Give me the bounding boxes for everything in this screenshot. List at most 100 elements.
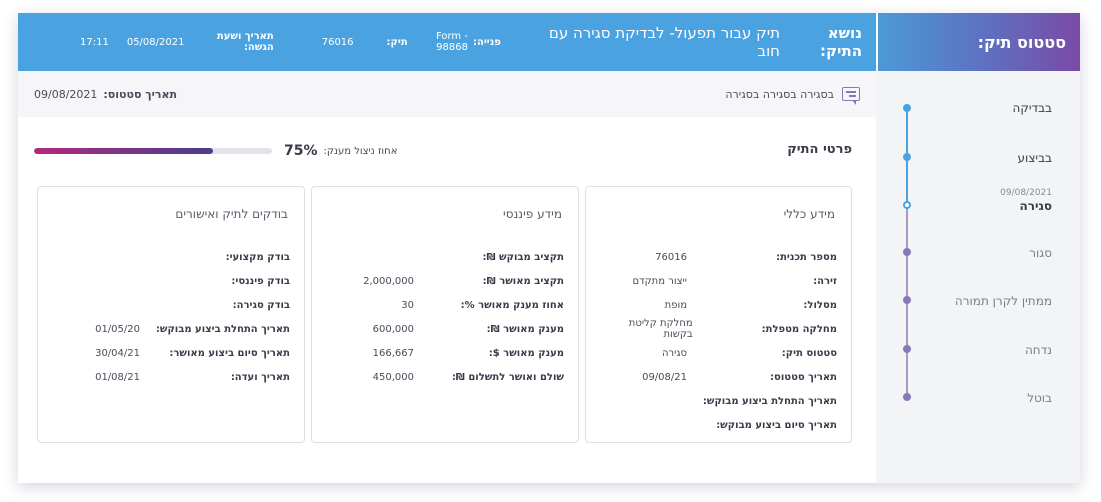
case-number-info: תיק: 76016 [322, 37, 408, 48]
detail-key: תאריך ועדה: [230, 371, 290, 383]
detail-key: בודק מקצועי: [225, 251, 290, 263]
detail-row: תאריך סיום ביצוע מבוקש: [600, 413, 837, 437]
detail-value: 01/05/20 [95, 323, 140, 335]
case-subject-label: נושא התיק: [819, 24, 862, 60]
detail-value: מופת [664, 299, 687, 311]
detail-row: שולם ואושר לתשלום ₪: 450,000 [326, 365, 564, 389]
grant-usage-label: אחוז ניצול מענק: [323, 145, 398, 157]
detail-key: תקציב מבוקש ₪: [482, 251, 564, 263]
detail-value: 76016 [655, 251, 687, 263]
detail-key: תקציב מאושר ₪: [482, 275, 564, 287]
detail-row: מספר תכנית: 76016 [600, 245, 837, 269]
step-label: ממתין לקרן תמורה [954, 294, 1052, 308]
detail-key: זירה: [813, 275, 837, 287]
step-label: בבדיקה [1012, 101, 1052, 115]
detail-value: סגירה [661, 347, 687, 359]
detail-value: 30/04/21 [95, 347, 140, 359]
step-dot-in-progress [903, 153, 911, 161]
detail-row: בודק פיננסי: [52, 269, 290, 293]
case-number-label: תיק: [386, 36, 408, 48]
detail-value: 2,000,000 [363, 275, 414, 287]
step-label: בביצוע [1017, 151, 1052, 165]
general-rows: מספר תכנית: 76016 זירה: ייצור מתקדם מסלול: מו… [600, 245, 837, 437]
step-awaiting-fund: ממתין לקרן תמורה [902, 294, 1052, 308]
detail-key: בודק סגירה: [232, 299, 290, 311]
detail-row: תאריך התחלת ביצוע מבוקש: [600, 389, 837, 413]
step-closing: 09/08/2021 סגירה [902, 188, 1052, 213]
submitted-label: תאריך ושעת הגשה: [216, 31, 274, 53]
step-dot-awaiting-fund [903, 296, 911, 304]
detail-row: בודק מקצועי: [52, 245, 290, 269]
detail-row: תאריך התחלת ביצוע מבוקש: 01/05/20 [52, 317, 290, 341]
case-details-title: פרטי התיק [787, 142, 852, 157]
detail-row: זירה: ייצור מתקדם [600, 269, 837, 293]
reviewers-rows: בודק מקצועי: בודק פיננסי: בודק סגירה: תאריך… [52, 245, 290, 389]
detail-row: סטטוס תיק: סגירה [600, 341, 837, 365]
detail-key: מחלקה מטפלת: [761, 323, 837, 335]
detail-value: ייצור מתקדם [632, 275, 687, 287]
card-title: מידע כללי [783, 207, 835, 221]
status-date: תאריך סטטוס: 09/08/2021 [34, 88, 177, 101]
step-dot-closed [903, 248, 911, 256]
step-in-review: בבדיקה [902, 101, 1052, 115]
case-main: נושא התיק: תיק עבור תפעול- לבדיקת סגירה … [18, 13, 876, 483]
detail-row: תאריך סטטוס: 09/08/21 [600, 365, 837, 389]
detail-key: מסלול: [803, 299, 837, 311]
step-label: נדחה [1024, 343, 1052, 357]
step-dot-cancelled [903, 393, 911, 401]
case-subject-value: תיק עבור תפעול- לבדיקת סגירה עם חוב [548, 24, 780, 60]
step-dot-closing [903, 201, 911, 209]
step-date: 09/08/2021 [1000, 188, 1052, 198]
detail-row: תאריך ועדה: 01/08/21 [52, 365, 290, 389]
submitted-info: תאריך ושעת הגשה: 05/08/2021 17:11 [80, 31, 274, 53]
financial-rows: תקציב מבוקש ₪: תקציב מאושר ₪: 2,000,000 אחו… [326, 245, 564, 389]
step-closed: סגור [902, 246, 1052, 260]
step-in-progress: בביצוע [902, 151, 1052, 165]
status-date-value: 09/08/2021 [34, 87, 98, 101]
case-number-value: 76016 [321, 36, 354, 48]
status-steps: בבדיקה בביצוע 09/08/2021 סגירה סגור ממתי… [876, 71, 1080, 483]
detail-row: מענק מאושר $: 166,667 [326, 341, 564, 365]
status-sidebar: סטטוס תיק: בבדיקה בביצוע 09/08/2021 סגיר… [876, 13, 1080, 483]
card-financial-info: מידע פיננסי תקציב מבוקש ₪: תקציב מאושר ₪:… [311, 186, 579, 443]
detail-row: תקציב מאושר ₪: 2,000,000 [326, 269, 564, 293]
detail-value: 450,000 [372, 371, 414, 383]
detail-value: 09/08/21 [642, 371, 687, 383]
detail-key: מענק מאושר $: [488, 347, 564, 359]
case-status-panel: סטטוס תיק: בבדיקה בביצוע 09/08/2021 סגיר… [18, 13, 1080, 483]
detail-key: תאריך התחלת ביצוע מבוקש: [702, 395, 837, 407]
grant-usage-percent: 75% [284, 143, 318, 159]
detail-value: 600,000 [372, 323, 414, 335]
detail-key: תאריך סיום ביצוע מאושר: [169, 347, 290, 359]
detail-key: מענק מאושר ₪: [486, 323, 564, 335]
status-note-text: בסגירה בסגירה בסגירה [725, 87, 834, 101]
step-rejected: נדחה [902, 343, 1052, 357]
detail-key: שולם ואושר לתשלום ₪: [451, 371, 564, 383]
grant-usage-bar-fill [34, 148, 213, 154]
detail-key: תאריך סטטוס: [770, 371, 837, 383]
detail-row: מענק מאושר ₪: 600,000 [326, 317, 564, 341]
detail-key: סטטוס תיק: [781, 347, 837, 359]
step-dot-in-review [903, 104, 911, 112]
request-info: פנייה: Form - 98868 [408, 31, 501, 53]
detail-value: 01/08/21 [95, 371, 140, 383]
step-label: סגור [1029, 246, 1052, 260]
detail-value: מחלקת קליטת בקשות [628, 318, 693, 340]
detail-row: מסלול: מופת [600, 293, 837, 317]
detail-key: אחוז מענק מאושר %: [460, 299, 564, 311]
status-note: בסגירה בסגירה בסגירה [725, 87, 860, 105]
grant-usage-bar [34, 148, 272, 154]
card-title: מידע פיננסי [503, 207, 562, 221]
step-label: בוטל [1027, 391, 1052, 405]
comment-icon[interactable] [842, 87, 860, 105]
card-reviewers: בודקים לתיק ואישורים בודק מקצועי: בודק פי… [37, 186, 305, 443]
detail-key: תאריך התחלת ביצוע מבוקש: [155, 323, 290, 335]
case-header: נושא התיק: תיק עבור תפעול- לבדיקת סגירה … [18, 13, 876, 71]
status-date-label: תאריך סטטוס: [103, 87, 178, 101]
detail-value: 30 [401, 299, 414, 311]
card-general-info: מידע כללי מספר תכנית: 76016 זירה: ייצור מתק… [585, 186, 852, 443]
detail-row: בודק סגירה: [52, 293, 290, 317]
grant-usage: אחוז ניצול מענק: 75% [34, 143, 397, 159]
detail-key: מספר תכנית: [776, 251, 837, 263]
detail-row: מחלקה מטפלת: מחלקת קליטת בקשות [600, 317, 837, 341]
